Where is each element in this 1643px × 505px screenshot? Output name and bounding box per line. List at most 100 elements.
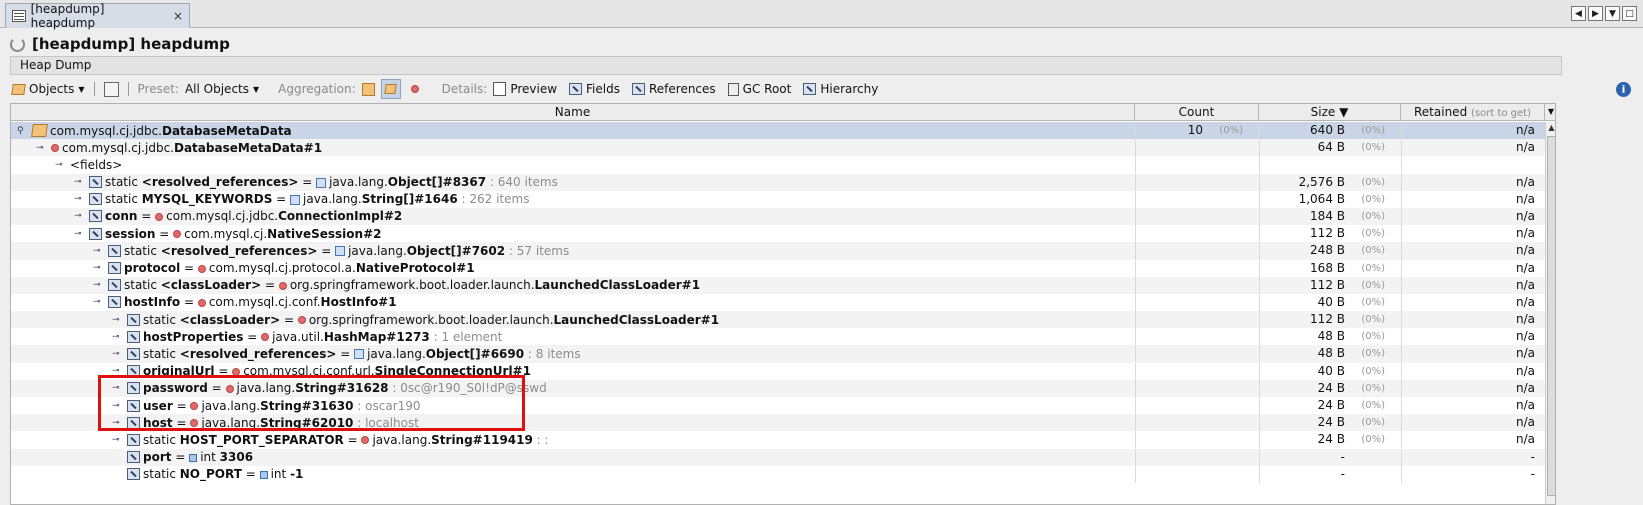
row-label: user = java.lang.String#31630 : oscar190 [143,399,421,413]
references-toggle[interactable]: References [631,82,716,96]
fields-toggle[interactable]: Fields [569,82,620,96]
table-row[interactable]: static NO_PORT = int -1 - - [11,465,1555,483]
table-row[interactable]: ⊸ static <classLoader> = org.springframew… [11,311,1555,329]
scroll-up-icon[interactable]: ▲ [1546,122,1555,134]
expand-toggle-icon[interactable]: ⊸ [112,315,124,325]
size-cell: 40 B (0%) [1259,293,1401,311]
table-row[interactable]: ⚲ com.mysql.cj.jdbc.DatabaseMetaData 10 (0%… [11,122,1555,140]
info-icon[interactable]: i [1616,82,1631,97]
row-label: host = java.lang.String#62010 : localhos… [143,416,419,430]
table-row[interactable]: ⊸ hostInfo = com.mysql.cj.conf.HostInfo#1… [11,293,1555,311]
row-name: hostInfo [124,295,181,310]
expand-toggle-icon[interactable]: ⊸ [112,332,124,342]
expand-toggle-icon[interactable]: ⊸ [74,229,86,239]
close-icon[interactable]: × [173,9,183,23]
heap-dump-section[interactable]: Heap Dump [10,56,1562,75]
size-percent: (0%) [1361,262,1385,274]
retained-cell: n/a [1401,225,1545,243]
expand-toggle-icon[interactable]: ⊸ [74,194,86,204]
tab-heapdump[interactable]: [heapdump] heapdump × [5,2,190,30]
table-row[interactable]: ⊸ static <resolved_references> = java.lan… [11,345,1555,363]
row-pkg: int [200,450,220,465]
table-row[interactable]: ⊸ hostProperties = java.util.HashMap#1273… [11,328,1555,346]
instance-icon [190,419,199,428]
name-cell: ⊸ static <resolved_references> = java.lan… [74,174,558,191]
table-row[interactable]: ⊸ static <resolved_references> = java.lan… [11,173,1555,191]
expand-toggle-icon[interactable]: ⊸ [36,143,48,153]
table-row[interactable]: port = int 3306 - - [11,448,1555,466]
column-name[interactable]: Name [11,104,1135,121]
retained-cell: n/a [1401,311,1545,329]
expand-toggle-icon[interactable]: ⊸ [112,401,124,411]
expand-toggle-icon[interactable]: ⊸ [93,297,105,307]
table-row[interactable]: ⊸ session = com.mysql.cj.NativeSession#2 1… [11,225,1555,243]
row-cls: NativeSession#2 [267,226,382,241]
column-retained[interactable]: Retained (sort to get) [1401,104,1545,121]
table-row[interactable]: ⊸ static MYSQL_KEYWORDS = java.lang.Strin… [11,190,1555,208]
save-snapshot-icon[interactable] [103,81,119,97]
column-chooser-icon[interactable]: ▼ [1545,104,1555,121]
maximize-button[interactable]: □ [1622,6,1637,21]
preset-dropdown[interactable]: All Objects ▼ [185,82,259,96]
table-row[interactable]: ⊸ static HOST_PORT_SEPARATOR = java.lang.… [11,431,1555,449]
row-cls: LaunchedClassLoader#1 [553,312,720,327]
table-row[interactable]: ⊸ password = java.lang.String#31628 : 0sc… [11,379,1555,397]
retained-cell: n/a [1401,207,1545,225]
table-row[interactable]: ⊸ <fields> [11,156,1555,174]
gc-root-toggle[interactable]: GC Root [727,82,791,96]
primitive-icon [259,470,268,479]
objects-dropdown[interactable]: Objects ▼ [11,82,85,96]
table-row[interactable]: ⊸ com.mysql.cj.jdbc.DatabaseMetaData#1 64 … [11,139,1555,157]
table-row[interactable]: ⊸ host = java.lang.String#62010 : localho… [11,414,1555,432]
field-icon [108,279,121,292]
expand-toggle-icon[interactable]: ⊸ [93,246,105,256]
aggregate-instances-icon[interactable] [407,81,423,97]
scroll-right-button[interactable]: ▶ [1588,6,1603,21]
column-count[interactable]: Count [1135,104,1259,121]
row-cls: SingleConnectionUrl#1 [374,364,531,379]
name-cell: ⊸ host = java.lang.String#62010 : localho… [112,414,419,431]
size-value: 48 B [1317,346,1345,361]
vertical-scrollbar[interactable]: ▲ [1545,122,1555,504]
expand-toggle-icon[interactable]: ⊸ [93,280,105,290]
expand-toggle-icon[interactable]: ⊸ [112,418,124,428]
loading-spinner-icon [10,36,25,52]
expand-toggle-icon[interactable]: ⊸ [112,349,124,359]
aggregate-classes-icon[interactable] [380,79,401,99]
expand-toggle-icon[interactable]: ⊸ [74,177,86,187]
row-static: static [143,346,180,361]
column-size[interactable]: Size ▼ [1259,104,1401,121]
expand-toggle-icon[interactable]: ⊸ [112,383,124,393]
table-row[interactable]: ⊸ static <classLoader> = org.springframew… [11,276,1555,294]
instance-icon [361,436,370,445]
show-opened-documents-button[interactable]: ▼ [1605,6,1620,21]
scrollbar-thumb[interactable] [1547,136,1555,496]
count-cell [1135,345,1259,363]
hierarchy-toggle[interactable]: Hierarchy [803,82,878,96]
expand-toggle-icon[interactable]: ⊸ [74,211,86,221]
expand-toggle-icon[interactable]: ⊸ [55,160,67,170]
instance-icon [173,230,182,239]
row-pkg: java.lang. [367,346,426,361]
table-row[interactable]: ⊸ conn = com.mysql.cj.jdbc.ConnectionImpl… [11,207,1555,226]
expand-toggle-icon[interactable]: ⊸ [112,435,124,445]
name-cell: ⚲ com.mysql.cj.jdbc.DatabaseMetaData [17,122,292,139]
expand-toggle-icon[interactable]: ⚲ [17,126,29,136]
expand-toggle-icon[interactable]: ⊸ [93,263,105,273]
row-cls: String#119419 [431,432,533,447]
preview-toggle[interactable]: Preview [493,82,557,96]
row-name: hostProperties [143,329,244,344]
expand-toggle-icon[interactable]: ⊸ [112,366,124,376]
table-row[interactable]: ⊸ static <resolved_references> = java.lan… [11,242,1555,260]
aggregate-packages-icon[interactable] [361,82,375,96]
row-cls: ConnectionImpl#2 [278,209,403,224]
row-suffix: : localhost [353,415,419,430]
name-cell: ⊸ hostProperties = java.util.HashMap#1273… [112,328,502,345]
toolbar-separator [93,82,95,96]
scroll-left-button[interactable]: ◀ [1571,6,1586,21]
table-row[interactable]: ⊸ user = java.lang.String#31630 : oscar19… [11,397,1555,414]
field-icon [127,416,140,429]
table-row[interactable]: ⊸ protocol = com.mysql.cj.protocol.a.Nati… [11,259,1555,277]
name-cell: ⊸ static <classLoader> = org.springframew… [93,277,700,294]
table-row[interactable]: ⊸ originalUrl = com.mysql.cj.conf.url.Sin… [11,362,1555,380]
